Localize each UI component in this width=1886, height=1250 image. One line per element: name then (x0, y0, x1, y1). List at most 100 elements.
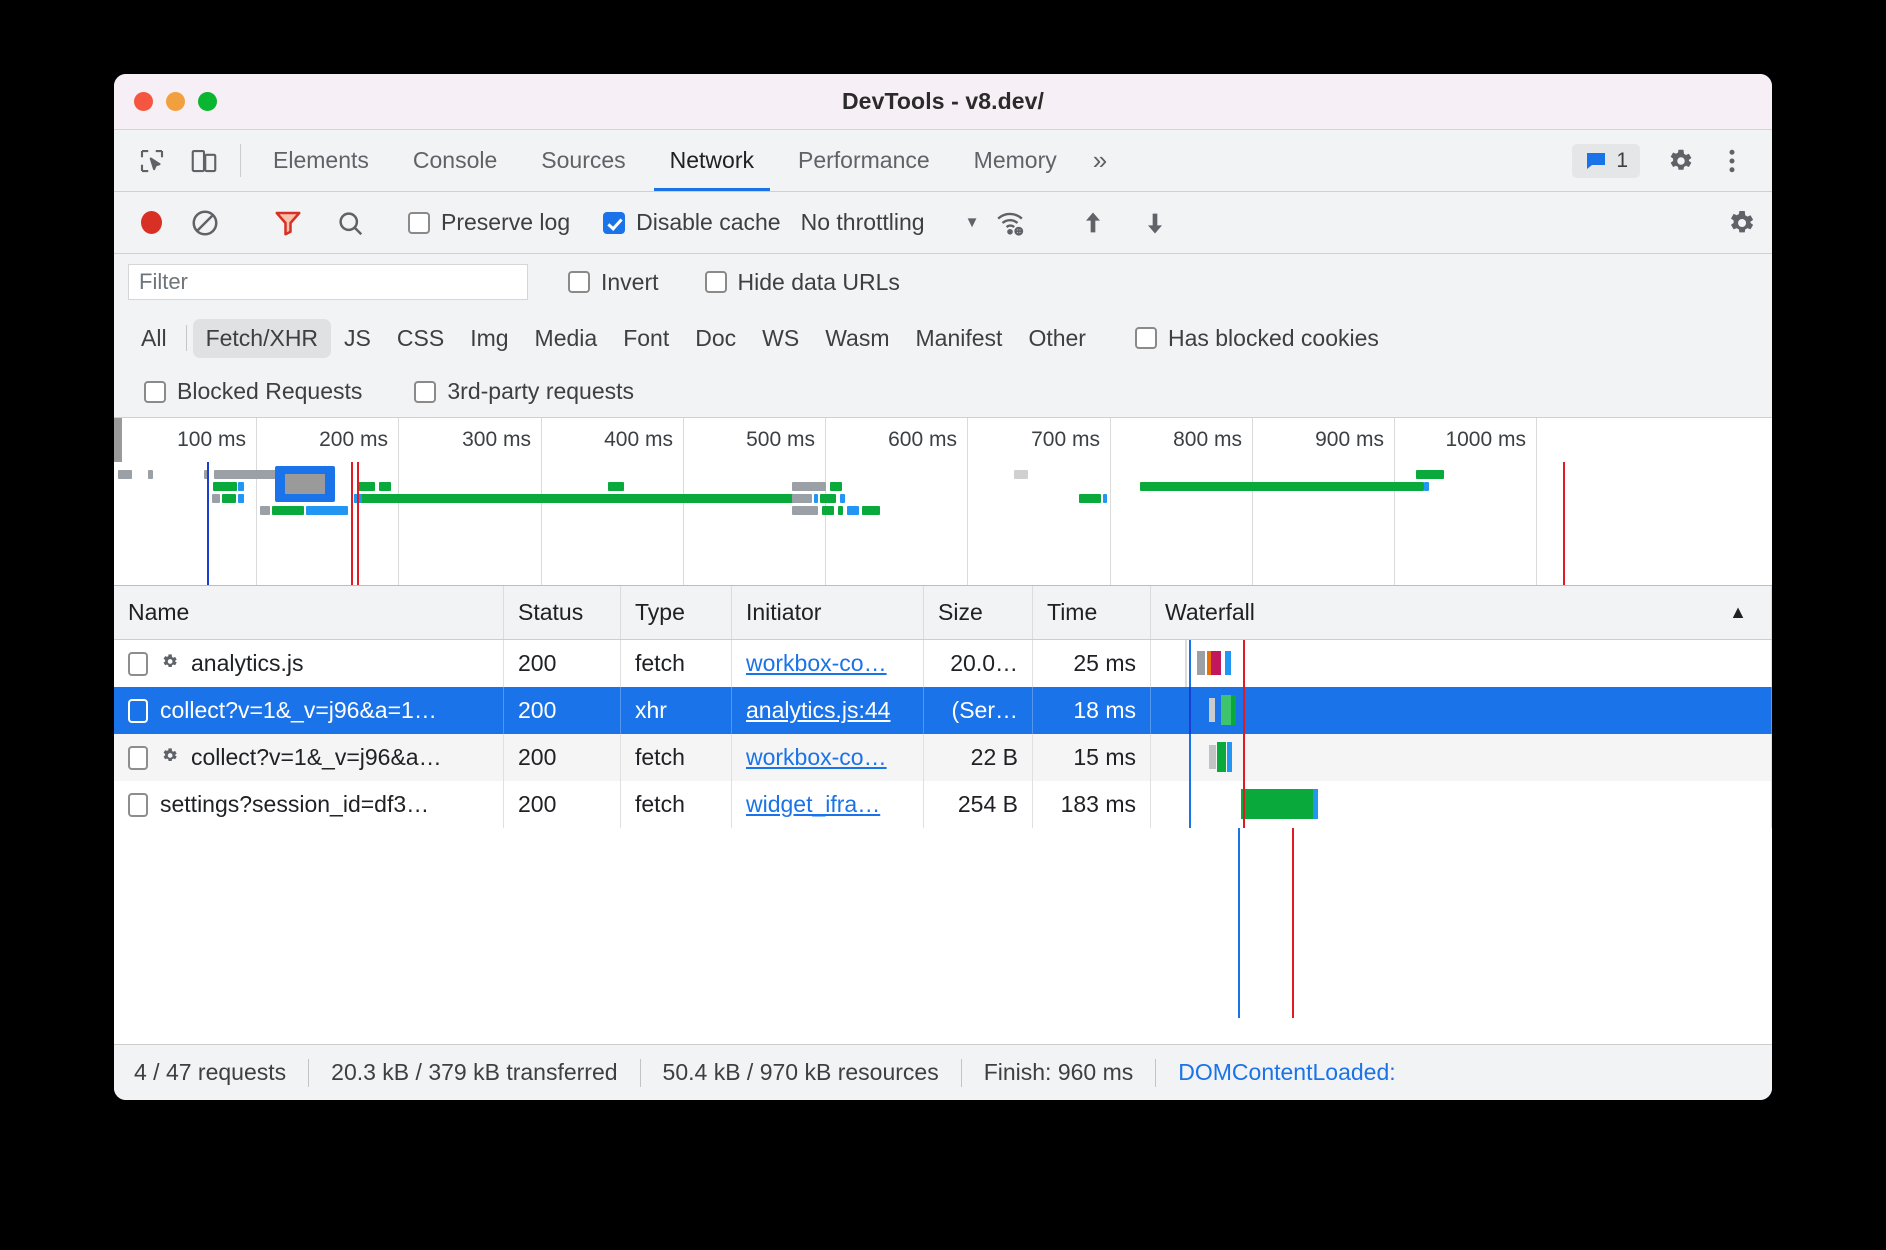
cell-name[interactable]: analytics.js (114, 640, 504, 687)
request-name: analytics.js (191, 650, 303, 677)
import-har-upload-icon[interactable] (1070, 208, 1116, 238)
type-filter-font[interactable]: Font (610, 319, 682, 358)
tabbar-right-controls: 1 (1572, 130, 1772, 191)
type-filter-media[interactable]: Media (522, 319, 611, 358)
message-count: 1 (1616, 149, 1628, 173)
invert-checkbox[interactable]: Invert (562, 269, 665, 296)
cell-name[interactable]: settings?session_id=df3… (114, 781, 504, 828)
third-party-requests-checkbox[interactable]: 3rd-party requests (408, 378, 640, 405)
row-checkbox[interactable] (128, 793, 148, 817)
more-tabs-chevron-icon[interactable]: » (1079, 130, 1121, 191)
network-conditions-wifi-icon[interactable] (987, 208, 1033, 238)
tab-console[interactable]: Console (391, 130, 519, 191)
more-options-kebab-icon[interactable] (1706, 146, 1758, 176)
overview-selection-box[interactable] (275, 466, 335, 502)
inspect-element-icon[interactable] (126, 130, 178, 191)
record-button[interactable] (128, 211, 174, 234)
tab-elements[interactable]: Elements (251, 130, 391, 191)
cell-type: fetch (621, 781, 732, 828)
type-filter-fetch-xhr[interactable]: Fetch/XHR (193, 319, 331, 358)
type-filter-wasm[interactable]: Wasm (812, 319, 902, 358)
type-filter-ws[interactable]: WS (749, 319, 812, 358)
device-toolbar-icon[interactable] (178, 130, 230, 191)
status-resources: 50.4 kB / 970 kB resources (663, 1059, 939, 1086)
cell-waterfall (1151, 734, 1772, 781)
table-row[interactable]: collect?v=1&_v=j96&a… 200 fetch workbox-… (114, 734, 1772, 781)
type-filter-css[interactable]: CSS (384, 319, 457, 358)
column-header-initiator[interactable]: Initiator (732, 586, 924, 639)
disable-cache-checkbox[interactable]: Disable cache (597, 209, 786, 236)
cell-initiator[interactable]: workbox-co… (732, 734, 924, 781)
column-header-waterfall-label: Waterfall (1165, 599, 1255, 626)
type-filter-img[interactable]: Img (457, 319, 521, 358)
devtools-window: DevTools - v8.dev/ Elements Console Sour… (114, 74, 1772, 1100)
cell-initiator[interactable]: widget_ifra… (732, 781, 924, 828)
filter-funnel-icon[interactable] (265, 208, 311, 238)
sort-ascending-icon: ▲ (1729, 602, 1747, 623)
cell-waterfall (1151, 781, 1772, 828)
initiator-link[interactable]: widget_ifra… (746, 791, 880, 818)
overview-tick-700ms: 700 ms (1031, 428, 1110, 452)
initiator-link[interactable]: workbox-co… (746, 744, 887, 771)
cell-waterfall (1151, 687, 1772, 734)
chevron-down-icon: ▼ (965, 214, 980, 231)
table-row[interactable]: settings?session_id=df3… 200 fetch widge… (114, 781, 1772, 828)
search-icon[interactable] (327, 208, 373, 238)
column-header-type[interactable]: Type (621, 586, 732, 639)
status-finish: Finish: 960 ms (984, 1059, 1134, 1086)
cell-initiator[interactable]: workbox-co… (732, 640, 924, 687)
initiator-link[interactable]: workbox-co… (746, 650, 887, 677)
request-name: settings?session_id=df3… (160, 791, 429, 818)
table-row[interactable]: collect?v=1&_v=j96&a=1… 200 xhr analytic… (114, 687, 1772, 734)
column-header-time[interactable]: Time (1033, 586, 1151, 639)
row-checkbox[interactable] (128, 652, 148, 676)
tab-performance[interactable]: Performance (776, 130, 952, 191)
blocked-requests-checkbox[interactable]: Blocked Requests (138, 378, 368, 405)
column-header-waterfall[interactable]: Waterfall ▲ (1151, 586, 1772, 639)
export-har-download-icon[interactable] (1132, 208, 1178, 238)
disable-cache-label: Disable cache (636, 209, 780, 236)
cell-name[interactable]: collect?v=1&_v=j96&a=1… (114, 687, 504, 734)
console-messages-badge[interactable]: 1 (1572, 144, 1640, 178)
request-name: collect?v=1&_v=j96&a… (191, 744, 442, 771)
overview-tick-500ms: 500 ms (746, 428, 825, 452)
type-filter-all[interactable]: All (128, 319, 180, 358)
cell-initiator[interactable]: analytics.js:44 (732, 687, 924, 734)
hide-data-urls-checkbox[interactable]: Hide data URLs (699, 269, 906, 296)
clear-button[interactable] (182, 208, 228, 238)
table-row[interactable]: analytics.js 200 fetch workbox-co… 20.0…… (114, 640, 1772, 687)
type-filter-manifest[interactable]: Manifest (903, 319, 1016, 358)
overview-tick-800ms: 800 ms (1173, 428, 1252, 452)
filter-input[interactable] (128, 264, 528, 300)
status-divider (308, 1059, 309, 1087)
window-title: DevTools - v8.dev/ (114, 88, 1772, 115)
cell-name[interactable]: collect?v=1&_v=j96&a… (114, 734, 504, 781)
tab-sources[interactable]: Sources (519, 130, 647, 191)
preserve-log-label: Preserve log (441, 209, 570, 236)
has-blocked-cookies-checkbox[interactable]: Has blocked cookies (1129, 325, 1385, 352)
row-checkbox[interactable] (128, 746, 148, 770)
type-filter-other[interactable]: Other (1015, 319, 1099, 358)
overview-tick-200ms: 200 ms (319, 428, 398, 452)
hide-data-urls-box (705, 271, 727, 293)
preserve-log-checkbox[interactable]: Preserve log (402, 209, 576, 236)
tab-label: Console (413, 147, 497, 174)
column-header-size[interactable]: Size (924, 586, 1033, 639)
network-settings-gear-icon[interactable] (1718, 207, 1764, 239)
network-overview-timeline[interactable]: 100 ms 200 ms 300 ms 400 ms 500 ms 600 m… (114, 418, 1772, 586)
column-header-status[interactable]: Status (504, 586, 621, 639)
initiator-link[interactable]: analytics.js:44 (746, 697, 890, 724)
cell-time: 183 ms (1033, 781, 1151, 828)
settings-gear-icon[interactable] (1654, 146, 1706, 176)
tab-memory[interactable]: Memory (952, 130, 1079, 191)
overview-load-marker (351, 462, 353, 585)
request-name: collect?v=1&_v=j96&a=1… (160, 697, 437, 724)
column-header-name[interactable]: Name (114, 586, 504, 639)
record-indicator (141, 211, 162, 234)
type-filter-doc[interactable]: Doc (682, 319, 749, 358)
throttling-dropdown[interactable]: No throttling ▼ (801, 209, 980, 236)
cell-status: 200 (504, 781, 621, 828)
row-checkbox[interactable] (128, 699, 148, 723)
tab-network[interactable]: Network (648, 130, 776, 191)
type-filter-js[interactable]: JS (331, 319, 384, 358)
